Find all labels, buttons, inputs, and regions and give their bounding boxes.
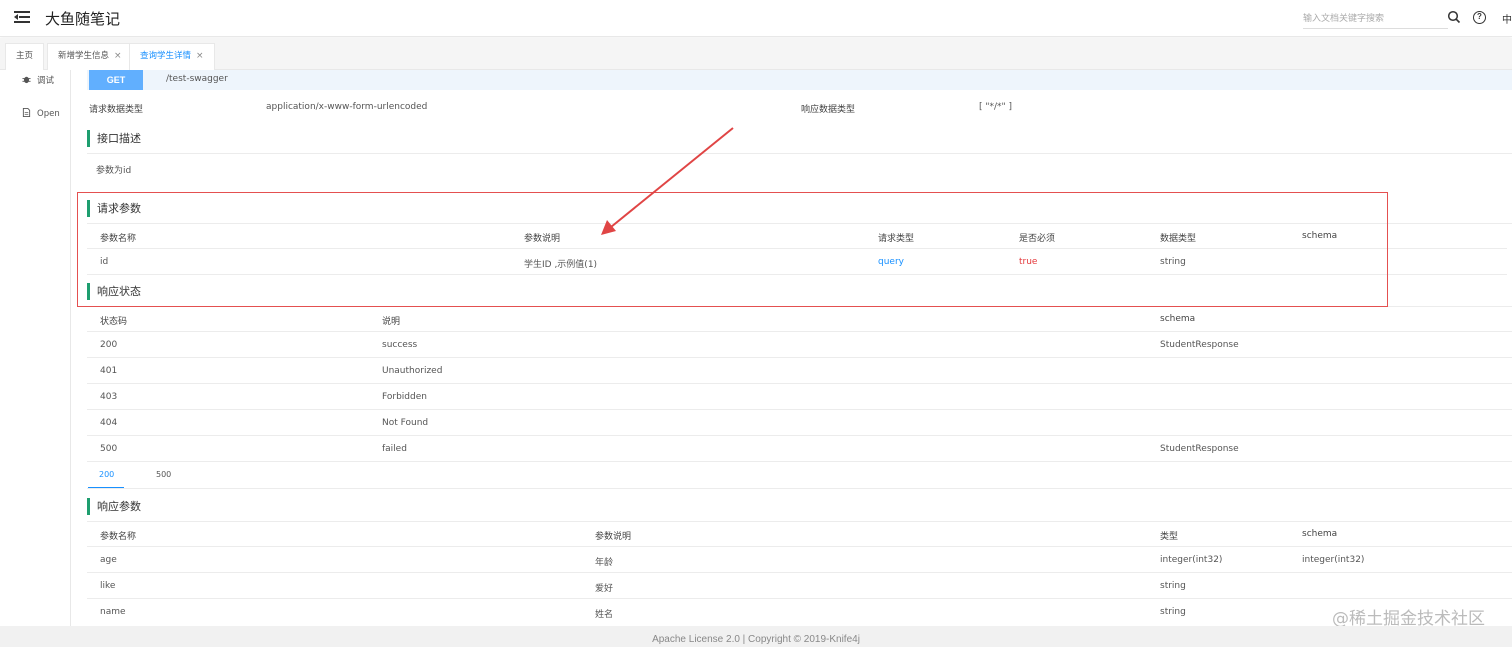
param-name: name (100, 607, 126, 617)
endpoint-bar (87, 70, 1512, 90)
endpoint-path: /test-swagger (166, 74, 228, 84)
table-header: 参数说明 (595, 532, 632, 542)
menu-toggle-icon[interactable] (14, 10, 30, 24)
footer: Apache License 2.0 | Copyright © 2019-Kn… (0, 626, 1512, 647)
table-header: 说明 (382, 317, 401, 327)
annotation-arrow-icon (601, 127, 734, 235)
response-tab-500[interactable]: 500 (156, 470, 171, 479)
request-type-label: 请求数据类型 (89, 105, 144, 115)
sidebar-item-open[interactable]: Open (22, 108, 60, 119)
main-content: GET /test-swagger 请求数据类型 application/x-w… (71, 70, 1512, 626)
divider (87, 435, 1512, 436)
divider (87, 572, 1512, 573)
status-desc: success (382, 340, 418, 350)
status-desc: Not Found (382, 418, 429, 428)
param-desc: 姓名 (595, 610, 614, 620)
divider (87, 461, 1512, 462)
sidebar-item-debug[interactable]: 调试 (22, 74, 54, 86)
bug-icon (22, 76, 31, 84)
tab-label: 新增学生信息 (58, 51, 110, 61)
close-icon[interactable]: × (114, 51, 122, 61)
status-schema: StudentResponse (1160, 340, 1239, 350)
divider (87, 357, 1512, 358)
divider (87, 409, 1512, 410)
tab-label: 查询学生详情 (140, 51, 192, 61)
document-icon (22, 108, 31, 117)
status-schema: StudentResponse (1160, 444, 1239, 454)
section-title-description: 接口描述 (87, 130, 141, 147)
sidebar: 调试 Open (0, 70, 71, 626)
tab-home[interactable]: 主页 (5, 43, 45, 70)
method-badge[interactable]: GET (89, 70, 143, 90)
tab-label: 主页 (16, 51, 34, 61)
app-title: 大鱼随笔记 (45, 10, 121, 28)
search-input[interactable] (1303, 9, 1448, 29)
tab-bar: 主页 新增学生信息 × 查询学生详情 × (0, 38, 1512, 70)
param-name: age (100, 555, 117, 565)
divider (87, 546, 1512, 547)
status-desc: failed (382, 444, 407, 454)
table-header: 类型 (1160, 532, 1179, 542)
param-name: like (100, 581, 116, 591)
description-text: 参数为id (96, 166, 132, 176)
table-header: schema (1302, 529, 1338, 539)
response-type-value: [ "*/*" ] (979, 102, 1013, 112)
language-switch[interactable]: 中 (1502, 11, 1512, 26)
response-type-label: 响应数据类型 (801, 105, 856, 115)
param-type: integer(int32) (1160, 555, 1223, 565)
param-schema: integer(int32) (1302, 555, 1365, 565)
close-icon[interactable]: × (196, 51, 204, 61)
response-tab-200[interactable]: 200 (99, 470, 114, 479)
search-icon[interactable] (1447, 10, 1461, 24)
table-header: schema (1160, 314, 1196, 324)
status-desc: Unauthorized (382, 366, 443, 376)
section-title-response-params: 响应参数 (87, 498, 141, 515)
divider (87, 598, 1512, 599)
status-code: 404 (100, 418, 118, 428)
status-desc: Forbidden (382, 392, 427, 402)
status-code: 401 (100, 366, 118, 376)
status-code: 200 (100, 340, 118, 350)
param-type: string (1160, 581, 1186, 591)
tab-add-student[interactable]: 新增学生信息 × (47, 43, 133, 70)
param-desc: 爱好 (595, 584, 614, 594)
divider (87, 331, 1512, 332)
param-desc: 年龄 (595, 558, 614, 568)
param-type: string (1160, 607, 1186, 617)
table-header: 参数名称 (100, 532, 137, 542)
divider (87, 521, 1512, 522)
divider (87, 383, 1512, 384)
sidebar-item-label: Open (37, 109, 60, 119)
divider (87, 488, 1512, 489)
status-code: 500 (100, 444, 118, 454)
sidebar-item-label: 调试 (37, 76, 55, 86)
request-type-value: application/x-www-form-urlencoded (266, 102, 428, 112)
status-code: 403 (100, 392, 118, 402)
top-bar: 大鱼随笔记 ? 中 (0, 0, 1512, 37)
table-header: 状态码 (100, 317, 128, 327)
divider (87, 153, 1512, 154)
help-icon[interactable]: ? (1473, 11, 1486, 24)
tab-query-student[interactable]: 查询学生详情 × (129, 43, 215, 70)
